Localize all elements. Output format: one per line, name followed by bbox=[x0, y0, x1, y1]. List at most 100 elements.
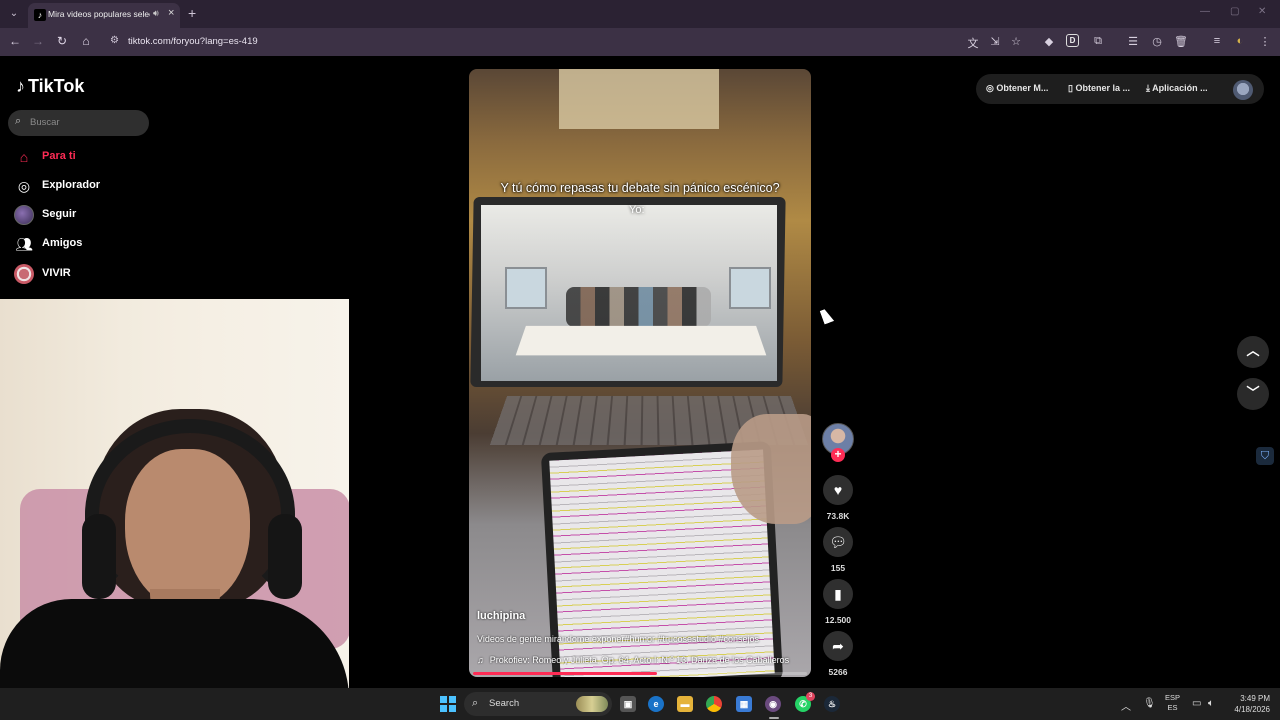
share-button[interactable]: ➦ bbox=[823, 631, 853, 661]
video-progress-bar[interactable] bbox=[473, 672, 807, 675]
history-icon[interactable]: ◷ bbox=[1150, 35, 1164, 48]
chrome-profile-icon[interactable]: ◉ bbox=[765, 696, 781, 712]
previous-video-button[interactable]: ︿ bbox=[1237, 336, 1269, 368]
music-note-icon: ♫ bbox=[477, 655, 484, 665]
sidebar-item-label: VIVIR bbox=[42, 267, 71, 279]
language-indicator[interactable]: ESP ES bbox=[1165, 693, 1180, 713]
install-app-icon[interactable]: ⇲ bbox=[988, 35, 1002, 48]
comment-button[interactable]: 💬︎ bbox=[823, 527, 853, 557]
webcam-overlay bbox=[0, 299, 349, 688]
video-player[interactable]: Y tú cómo repasas tu debate sin pánico e… bbox=[469, 69, 811, 677]
headphone-right-cup bbox=[268, 514, 302, 599]
browser-toolbar: ← → ↻ ⌂ ⚙ tiktok.com/foryou?lang=es-419 … bbox=[0, 28, 1280, 56]
extensions-puzzle-icon[interactable]: ⧉ bbox=[1091, 35, 1105, 48]
music-title: Prokofiev: Romeo y Julieta, Op. 64, Acto… bbox=[489, 655, 790, 665]
next-video-button[interactable]: ﹀ bbox=[1237, 378, 1269, 410]
reading-list-icon[interactable]: ≡ bbox=[1210, 35, 1224, 47]
microphone-icon[interactable]: 🎙︎ bbox=[1143, 698, 1156, 709]
user-avatar[interactable] bbox=[1233, 80, 1253, 100]
friends-icon: 👥︎ bbox=[15, 236, 33, 252]
tab-title: Mira videos populares seleccionados para… bbox=[48, 9, 150, 19]
bookmark-star-icon[interactable]: ☆ bbox=[1009, 35, 1023, 48]
tiktok-page: ♪ TikTok ⌕ Buscar ⌂ Para ti ◎ Explorador … bbox=[0, 56, 1280, 688]
steam-icon[interactable]: ♨ bbox=[824, 696, 840, 712]
back-icon[interactable]: ← bbox=[7, 34, 23, 48]
like-count: 73.8K bbox=[826, 511, 850, 521]
logo-text: TikTok bbox=[28, 76, 85, 96]
video-background-papers bbox=[559, 69, 719, 129]
whatsapp-badge: 3 bbox=[806, 692, 815, 701]
tab-close-icon[interactable]: × bbox=[168, 7, 174, 19]
tiktok-icon: ♪ bbox=[34, 9, 46, 21]
save-count: 12.500 bbox=[825, 615, 851, 625]
mouse-cursor bbox=[819, 307, 835, 325]
headphone-left-cup bbox=[82, 514, 116, 599]
download-app-button[interactable]: ⤓ Aplicación ... bbox=[1146, 83, 1208, 94]
sidebar-item-label: Para ti bbox=[42, 150, 76, 162]
more-menu-icon[interactable]: ⋮ bbox=[1258, 35, 1272, 48]
browser-tab-strip: ⌄ ♪ Mira videos populares seleccionados … bbox=[0, 0, 1280, 28]
windows-taskbar: ⌕ Search ▣ e ▬ ▦ ◉ ✆ 3 ♨ ︿ 🎙︎ ESP ES ▭ 🔈︎… bbox=[0, 688, 1280, 720]
headphones-graphic bbox=[85, 419, 295, 609]
video-author[interactable]: luchipina bbox=[477, 610, 525, 622]
video-progress-fill bbox=[473, 672, 657, 675]
calculator-icon[interactable]: ▦ bbox=[736, 696, 752, 712]
bookmark-icon: ▮ bbox=[834, 586, 842, 602]
edge-icon[interactable]: e bbox=[648, 696, 664, 712]
task-view-icon[interactable]: ▣ bbox=[620, 696, 636, 712]
get-app-label: Obtener la ... bbox=[1075, 83, 1130, 93]
search-icon: ⌕ bbox=[15, 115, 22, 127]
clock-time: 3:49 PM bbox=[1240, 694, 1270, 703]
heart-icon: ♥ bbox=[833, 482, 843, 498]
chevron-up-icon: ︿ bbox=[1246, 343, 1260, 358]
search-highlight-image bbox=[576, 696, 608, 712]
browser-tab-active[interactable]: ♪ Mira videos populares seleccionados pa… bbox=[28, 3, 180, 28]
classroom-tables bbox=[515, 325, 767, 356]
reload-icon[interactable]: ↻ bbox=[54, 34, 70, 48]
shield-icon[interactable]: ⛉ bbox=[1256, 447, 1274, 465]
address-bar[interactable]: ⚙ tiktok.com/foryou?lang=es-419 bbox=[104, 31, 1028, 53]
chrome-icon[interactable] bbox=[706, 696, 722, 712]
tiktok-logo[interactable]: ♪ TikTok bbox=[16, 76, 84, 97]
download-app-label: Aplicación ... bbox=[1152, 83, 1208, 93]
home-icon[interactable]: ⌂ bbox=[78, 34, 94, 48]
share-count: 5266 bbox=[828, 667, 848, 677]
new-tab-icon[interactable]: + bbox=[188, 5, 196, 21]
classroom-audience bbox=[566, 287, 711, 327]
translate-icon[interactable]: 文 bbox=[966, 35, 980, 51]
maximize-icon[interactable]: ▢ bbox=[1230, 6, 1239, 17]
windows-start-icon[interactable] bbox=[440, 696, 456, 712]
search-input[interactable]: ⌕ Buscar bbox=[8, 110, 149, 136]
active-app-indicator bbox=[769, 717, 779, 719]
follow-plus-icon[interactable]: + bbox=[831, 448, 845, 462]
chevron-down-icon: ﹀ bbox=[1246, 385, 1260, 400]
like-button[interactable]: ♥ bbox=[823, 475, 853, 505]
file-explorer-icon[interactable]: ▬ bbox=[677, 696, 693, 712]
comment-icon: 💬︎ bbox=[829, 534, 847, 550]
video-music[interactable]: ♫ Prokofiev: Romeo y Julieta, Op. 64, Act… bbox=[477, 655, 807, 665]
share-arrow-icon: ➦ bbox=[832, 638, 844, 654]
save-button[interactable]: ▮ bbox=[823, 579, 853, 609]
minimize-icon[interactable]: — bbox=[1200, 6, 1210, 17]
audio-playing-icon[interactable]: 🔊︎ bbox=[153, 8, 159, 19]
close-window-icon[interactable]: ✕ bbox=[1258, 6, 1266, 17]
taskbar-search[interactable]: ⌕ Search bbox=[464, 692, 612, 716]
volume-icon[interactable]: 🔈︎ bbox=[1208, 698, 1214, 709]
video-description[interactable]: Videos de gente mirándome exponer#humor … bbox=[477, 634, 807, 644]
get-app-button[interactable]: ▯ Obtener la ... bbox=[1068, 83, 1130, 94]
site-info-icon[interactable]: ⚙ bbox=[110, 35, 119, 46]
system-clock[interactable]: 3:49 PM 4/18/2026 bbox=[1226, 693, 1270, 715]
forward-icon[interactable]: → bbox=[30, 34, 46, 48]
video-classroom-screen bbox=[481, 205, 777, 381]
classroom-window bbox=[729, 267, 771, 309]
webcam-person-shirt bbox=[0, 599, 349, 688]
delete-icon[interactable]: 🗑︎ bbox=[1174, 35, 1188, 48]
tab-groups-icon[interactable]: ☰ bbox=[1126, 35, 1140, 48]
extension-diamond-icon[interactable]: ◆ bbox=[1042, 35, 1056, 48]
network-icon[interactable]: ▭ bbox=[1192, 698, 1201, 709]
profile-icon[interactable]: ◐ bbox=[1233, 35, 1247, 47]
tray-overflow-icon[interactable]: ︿ bbox=[1121, 698, 1131, 713]
extension-d-icon[interactable]: D bbox=[1066, 34, 1079, 47]
get-coins-button[interactable]: ◎ Obtener M... bbox=[986, 83, 1048, 94]
tab-search-icon[interactable]: ⌄ bbox=[6, 6, 22, 22]
